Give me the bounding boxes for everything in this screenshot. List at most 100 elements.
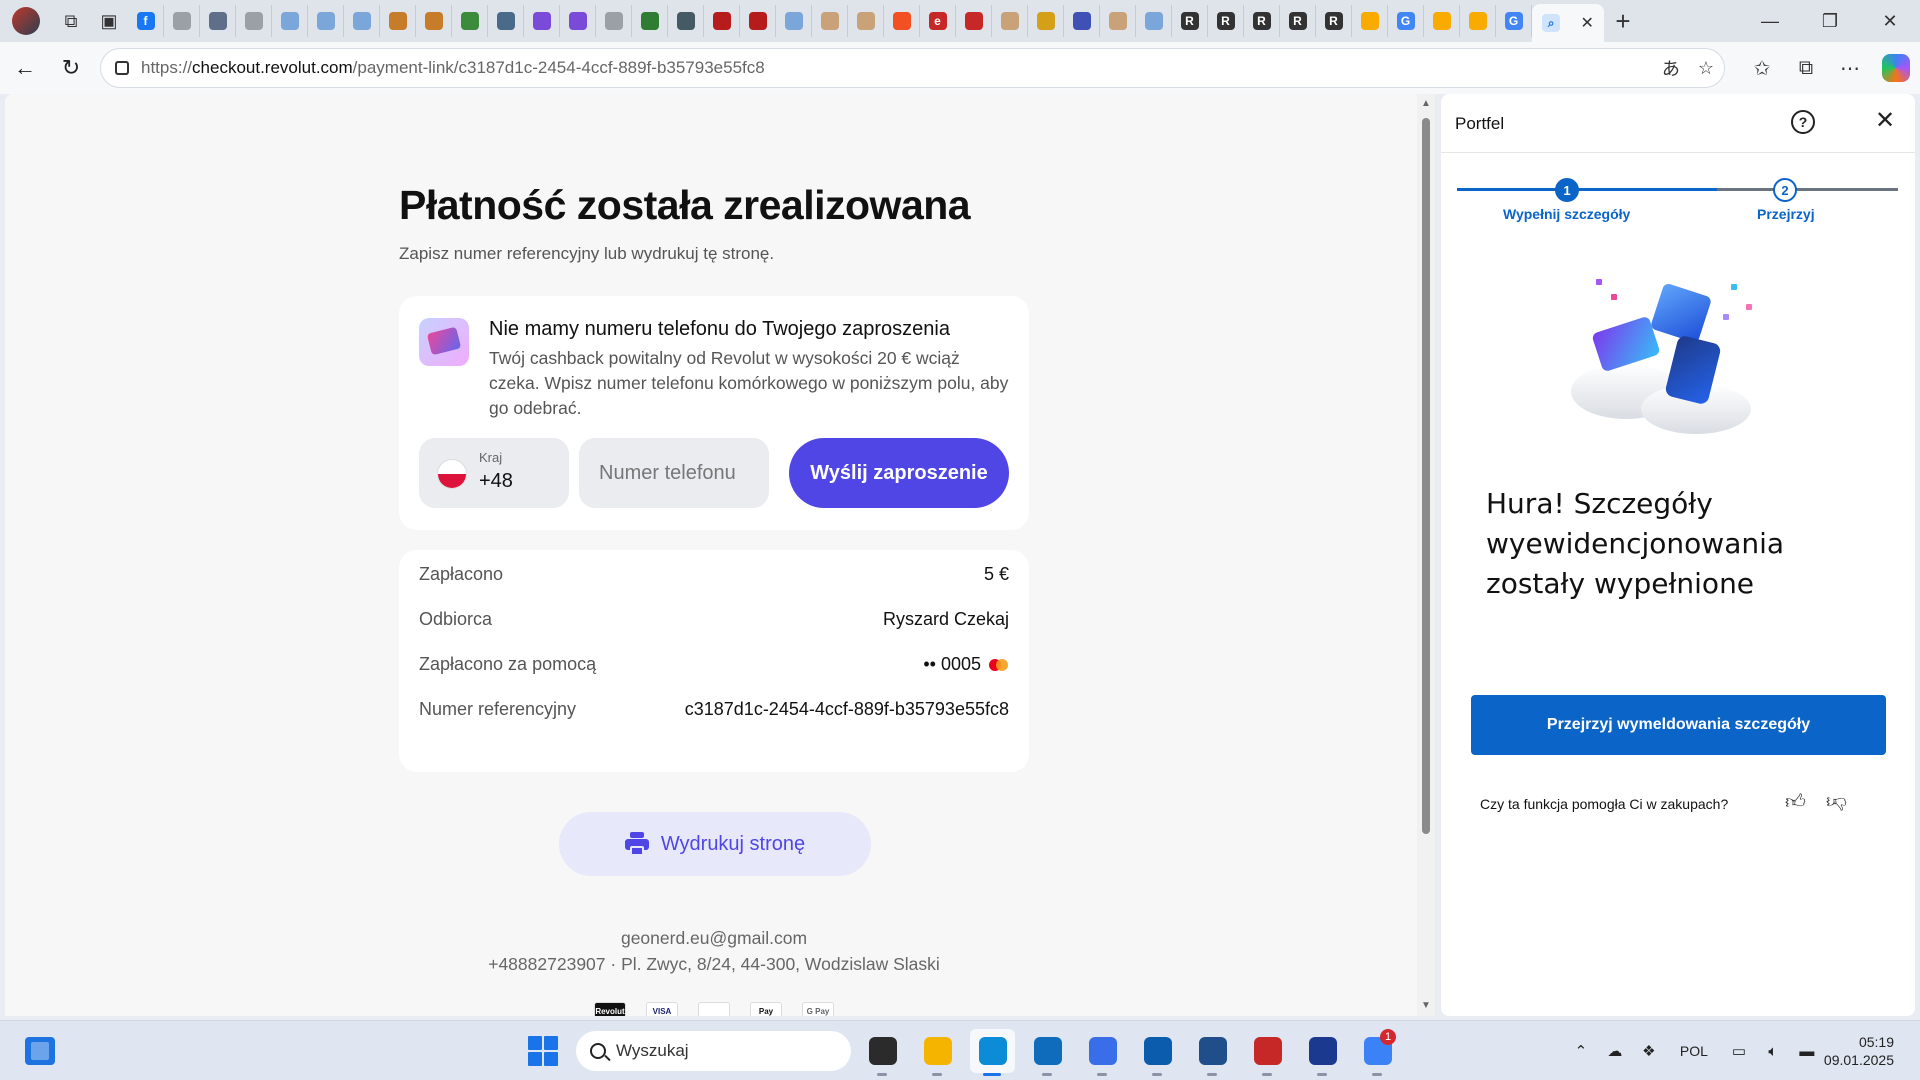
read-aloud-icon[interactable]: あ [1662,55,1680,81]
browser-tab[interactable]: f [128,5,164,37]
review-details-button[interactable]: Przejrzyj wymeldowania szczegóły [1471,695,1886,755]
restore-button[interactable]: ❐ [1800,0,1860,42]
browser-tab[interactable] [200,5,236,37]
url-text[interactable]: https://checkout.revolut.com/payment-lin… [141,58,765,78]
screen-recorder-icon[interactable] [1245,1029,1290,1076]
taskbar-search[interactable]: Wyszukaj [576,1031,851,1071]
detail-row-payment-method: Zapłacono za pomocą •• 0005 [419,652,1009,676]
active-tab[interactable]: ⌕ ✕ [1532,4,1604,42]
close-tab-icon[interactable]: ✕ [1580,13,1593,33]
browser-tab[interactable] [236,5,272,37]
task-view-icon[interactable] [860,1029,905,1076]
network-icon[interactable]: ▭ [1722,1042,1756,1060]
profile-button[interactable] [0,0,52,42]
browser-tab[interactable] [272,5,308,37]
widgets-icon[interactable] [25,1037,55,1065]
vertical-tabs-icon[interactable]: ▣ [90,0,128,42]
browser-tab[interactable] [524,5,560,37]
messenger-icon[interactable]: 1 [1355,1029,1400,1076]
back-button[interactable]: ← [2,45,48,91]
help-icon[interactable]: ? [1791,110,1815,134]
print-page-button[interactable]: Wydrukuj stronę [559,812,871,876]
browser-tab[interactable] [1352,5,1388,37]
close-window-button[interactable]: ✕ [1860,0,1920,42]
browser-tab[interactable] [1100,5,1136,37]
step-2-label[interactable]: Przejrzyj [1757,206,1815,222]
defender-icon[interactable] [1135,1029,1180,1076]
app-glyph [1033,1037,1062,1065]
virtualbox-icon[interactable] [1190,1029,1235,1076]
battery-icon[interactable]: ▬ [1790,1043,1824,1060]
dropbox-icon[interactable]: ❖ [1632,1042,1666,1060]
store-icon[interactable] [1080,1029,1125,1076]
language-indicator[interactable]: POL [1666,1043,1722,1059]
revolut-icon: R [1324,12,1343,30]
outlook-icon[interactable] [1025,1029,1070,1076]
volume-icon[interactable]: 🔈︎ [1756,1043,1790,1060]
browser-tab[interactable] [380,5,416,37]
browser-tab[interactable]: e [920,5,956,37]
browser-tab[interactable] [992,5,1028,37]
close-panel-icon[interactable]: ✕ [1875,106,1895,135]
browser-tab[interactable] [704,5,740,37]
scroll-up-icon[interactable]: ▲ [1420,98,1432,110]
browser-tab[interactable] [848,5,884,37]
phone-number-input[interactable] [579,438,769,508]
browser-tab[interactable] [416,5,452,37]
browser-tab[interactable]: R [1244,5,1280,37]
browser-tab[interactable] [164,5,200,37]
browser-tab[interactable] [308,5,344,37]
start-button[interactable] [528,1036,558,1066]
file-explorer-icon[interactable] [915,1029,960,1076]
save-app-icon[interactable] [1300,1029,1345,1076]
browser-tab[interactable] [1136,5,1172,37]
copilot-icon[interactable] [1882,54,1910,82]
browser-tab[interactable] [1460,5,1496,37]
payment-details-card: Zapłacono 5 € Odbiorca Ryszard Czekaj Za… [399,550,1029,772]
browser-tab[interactable] [812,5,848,37]
browser-tab[interactable]: G [1388,5,1424,37]
page-scrollbar[interactable]: ▲ ▼ [1417,94,1435,1016]
favorites-icon[interactable]: ✩ [1740,56,1784,81]
extensions-icon[interactable]: ⧉ [1784,57,1828,80]
browser-tab[interactable] [740,5,776,37]
onedrive-icon[interactable]: ☁ [1598,1042,1632,1060]
edge-icon[interactable] [970,1029,1015,1076]
browser-tab[interactable] [632,5,668,37]
browser-tab[interactable] [560,5,596,37]
scroll-thumb[interactable] [1422,118,1430,834]
browser-tab[interactable]: G [1496,5,1532,37]
step-1-label[interactable]: Wypełnij szczegóły [1503,206,1630,222]
thumbs-down-icon[interactable]: 👍︎ [1826,790,1847,814]
browser-tab[interactable]: R [1280,5,1316,37]
country-selector[interactable]: Kraj +48 [419,438,569,508]
browser-tab[interactable]: R [1208,5,1244,37]
browser-tab[interactable] [1028,5,1064,37]
more-options-icon[interactable]: ⋯ [1828,56,1872,81]
browser-tab[interactable] [776,5,812,37]
address-bar[interactable]: https://checkout.revolut.com/payment-lin… [100,48,1725,88]
chevron-up-icon[interactable]: ⌃ [1564,1042,1598,1060]
browser-tab[interactable] [344,5,380,37]
search-icon [352,12,371,30]
browser-tab[interactable] [1064,5,1100,37]
minimize-button[interactable]: — [1740,0,1800,42]
browser-tab[interactable] [668,5,704,37]
clock[interactable]: 05:19 09.01.2025 [1824,1033,1920,1069]
browser-tab[interactable]: R [1316,5,1352,37]
browser-tab[interactable] [596,5,632,37]
scroll-down-icon[interactable]: ▼ [1420,1000,1432,1012]
workspaces-icon[interactable]: ⧉ [52,0,90,42]
new-tab-button[interactable]: + [1604,0,1642,42]
browser-tab[interactable]: R [1172,5,1208,37]
favorite-star-icon[interactable]: ☆ [1698,58,1714,79]
thumbs-up-icon[interactable]: 👍︎ [1785,790,1806,814]
browser-tab[interactable] [488,5,524,37]
refresh-button[interactable]: ↻ [48,45,94,91]
browser-tab[interactable] [884,5,920,37]
browser-tab[interactable] [956,5,992,37]
send-invite-button[interactable]: Wyślij zaproszenie [789,438,1009,508]
browser-tab[interactable] [452,5,488,37]
google-icon: G [1396,12,1415,30]
browser-tab[interactable] [1424,5,1460,37]
